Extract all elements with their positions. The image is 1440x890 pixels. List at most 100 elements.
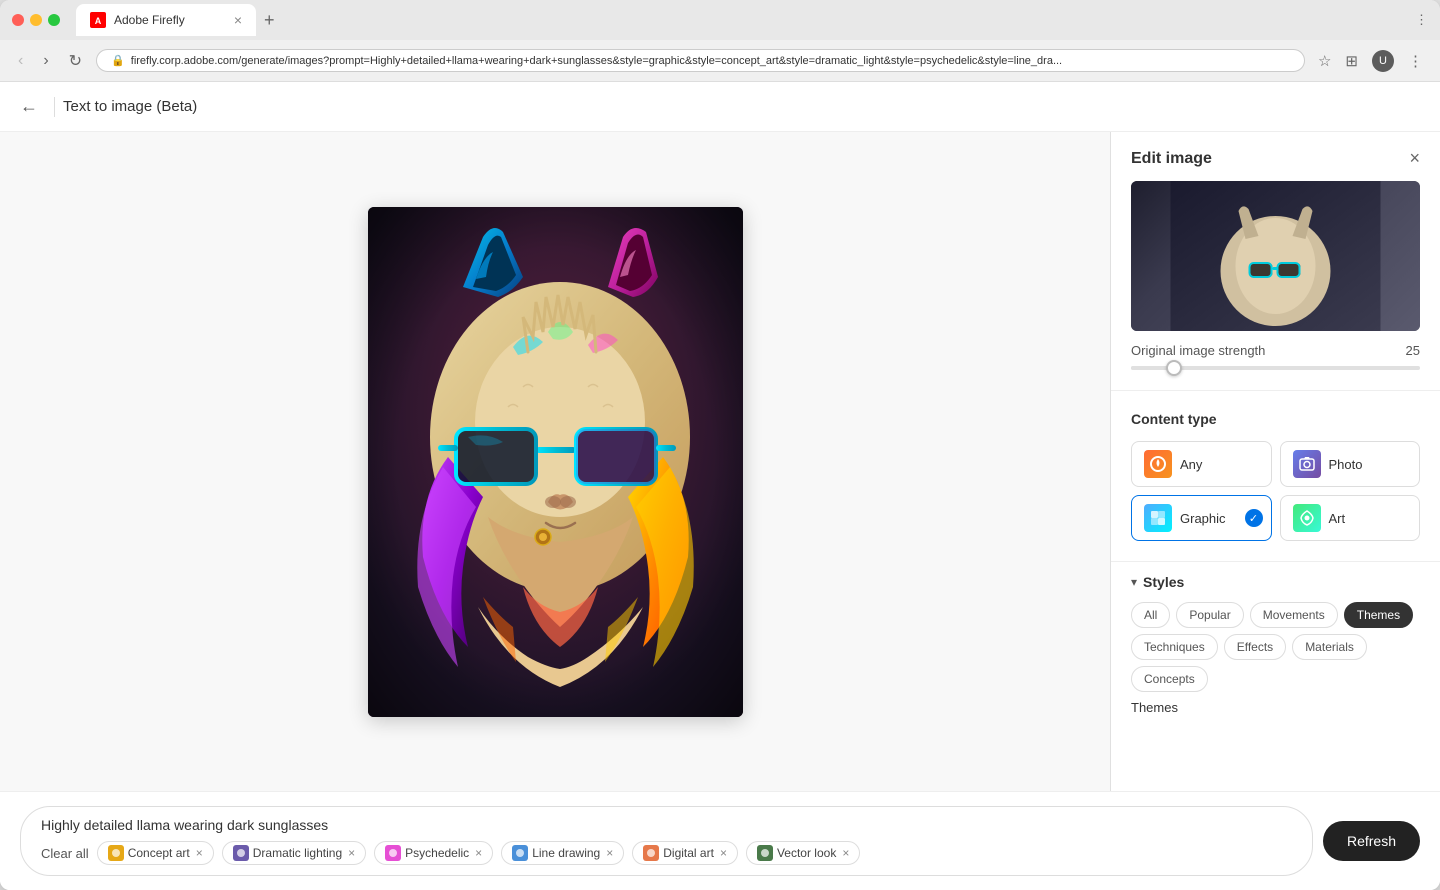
style-tab-movements[interactable]: Movements — [1250, 602, 1338, 628]
refresh-button[interactable]: Refresh — [1323, 821, 1420, 861]
style-tab-techniques[interactable]: Techniques — [1131, 634, 1218, 660]
slider-track[interactable] — [1131, 366, 1420, 370]
svg-text:A: A — [95, 16, 102, 26]
content-type-section: Content type Any Photo — [1111, 395, 1440, 557]
title-bar: A Adobe Firefly × + ⋮ — [0, 0, 1440, 40]
edit-panel: Edit image × — [1110, 132, 1440, 791]
content-type-title: Content type — [1131, 411, 1420, 427]
bottom-bar: Highly detailed llama wearing dark sungl… — [0, 791, 1440, 890]
line-drawing-tag-remove[interactable]: × — [606, 846, 613, 860]
dramatic-lighting-tag-icon — [233, 845, 249, 861]
line-drawing-tag-label: Line drawing — [532, 846, 600, 860]
psychedelic-tag-remove[interactable]: × — [475, 846, 482, 860]
style-tab-concepts[interactable]: Concepts — [1131, 666, 1208, 692]
extensions-button[interactable]: ⊞ — [1340, 48, 1363, 74]
original-image-thumbnail — [1131, 181, 1420, 331]
any-label: Any — [1180, 457, 1202, 472]
section-divider-2 — [1111, 561, 1440, 562]
style-tab-effects[interactable]: Effects — [1224, 634, 1286, 660]
slider-section: Original image strength 25 — [1111, 343, 1440, 386]
tag-digital-art: Digital art × — [632, 841, 738, 865]
style-tab-themes[interactable]: Themes — [1344, 602, 1413, 628]
photo-icon — [1293, 450, 1321, 478]
profile-avatar: U — [1372, 50, 1394, 72]
chevron-down-icon: ▾ — [1131, 575, 1137, 589]
menu-button[interactable]: ⋮ — [1403, 48, 1428, 74]
edit-panel-header: Edit image × — [1111, 132, 1440, 181]
section-divider-1 — [1111, 390, 1440, 391]
tag-vector-look: Vector look × — [746, 841, 860, 865]
photo-label: Photo — [1329, 457, 1363, 472]
llama-artwork — [368, 207, 743, 717]
prompt-area: Highly detailed llama wearing dark sungl… — [20, 806, 1313, 876]
nav-actions: ☆ ⊞ U ⋮ — [1313, 46, 1428, 76]
url-text: firefly.corp.adobe.com/generate/images?p… — [131, 55, 1062, 67]
clear-all-button[interactable]: Clear all — [41, 846, 89, 861]
thumbnail-image — [1131, 181, 1420, 331]
page-title: Text to image (Beta) — [63, 98, 197, 115]
generated-image — [368, 207, 743, 717]
art-label: Art — [1329, 511, 1346, 526]
lock-icon: 🔒 — [111, 54, 125, 67]
new-tab-button[interactable]: + — [256, 6, 283, 35]
digital-art-tag-icon — [643, 845, 659, 861]
content-type-art-button[interactable]: Art — [1280, 495, 1421, 541]
style-tab-all[interactable]: All — [1131, 602, 1170, 628]
tab-close-button[interactable]: × — [234, 12, 242, 28]
style-tab-popular[interactable]: Popular — [1176, 602, 1243, 628]
edit-panel-close-button[interactable]: × — [1409, 148, 1420, 169]
line-drawing-tag-icon — [512, 845, 528, 861]
back-nav-button[interactable]: ‹ — [12, 48, 29, 74]
style-tab-materials[interactable]: Materials — [1292, 634, 1367, 660]
active-tab[interactable]: A Adobe Firefly × — [76, 4, 256, 36]
address-bar[interactable]: 🔒 firefly.corp.adobe.com/generate/images… — [96, 49, 1305, 72]
style-tags: Clear all Concept art × Dramatic lightin… — [41, 841, 1292, 865]
edit-panel-title: Edit image — [1131, 150, 1212, 168]
slider-value: 25 — [1406, 343, 1420, 358]
maximize-window-button[interactable] — [48, 14, 60, 26]
art-icon — [1293, 504, 1321, 532]
styles-title: Styles — [1143, 574, 1184, 590]
styles-section: ▾ Styles All Popular Movements Themes Te… — [1111, 566, 1440, 731]
bookmark-button[interactable]: ☆ — [1313, 48, 1336, 74]
back-nav-icon: ‹ — [18, 52, 23, 69]
app-header: ← Text to image (Beta) — [0, 82, 1440, 132]
window-menu-icon: ⋮ — [1415, 12, 1428, 28]
vector-look-tag-label: Vector look — [777, 846, 836, 860]
minimize-window-button[interactable] — [30, 14, 42, 26]
psychedelic-tag-icon — [385, 845, 401, 861]
reload-icon: ↻ — [69, 53, 82, 70]
nav-bar: ‹ › ↻ 🔒 firefly.corp.adobe.com/generate/… — [0, 40, 1440, 82]
digital-art-tag-remove[interactable]: × — [720, 846, 727, 860]
header-divider — [54, 97, 55, 117]
vector-look-tag-remove[interactable]: × — [842, 846, 849, 860]
content-type-graphic-button[interactable]: Graphic ✓ — [1131, 495, 1272, 541]
psychedelic-tag-label: Psychedelic — [405, 846, 469, 860]
traffic-lights — [12, 14, 60, 26]
tab-favicon: A — [90, 12, 106, 28]
app-content: ← Text to image (Beta) — [0, 82, 1440, 890]
graphic-selected-checkmark: ✓ — [1245, 509, 1263, 527]
graphic-label: Graphic — [1180, 511, 1226, 526]
forward-nav-button[interactable]: › — [37, 48, 54, 74]
app-back-button[interactable]: ← — [20, 96, 38, 117]
reload-button[interactable]: ↻ — [63, 47, 88, 75]
content-type-photo-button[interactable]: Photo — [1280, 441, 1421, 487]
concept-art-tag-remove[interactable]: × — [196, 846, 203, 860]
dramatic-lighting-tag-remove[interactable]: × — [348, 846, 355, 860]
slider-thumb[interactable] — [1166, 360, 1182, 376]
forward-nav-icon: › — [43, 52, 48, 69]
content-type-grid: Any Photo Graphic — [1131, 441, 1420, 541]
any-icon — [1144, 450, 1172, 478]
tag-line-drawing: Line drawing × — [501, 841, 624, 865]
profile-button[interactable]: U — [1367, 46, 1399, 76]
vector-look-tag-icon — [757, 845, 773, 861]
styles-header[interactable]: ▾ Styles — [1131, 574, 1420, 590]
slider-label-row: Original image strength 25 — [1131, 343, 1420, 358]
concept-art-tag-icon — [108, 845, 124, 861]
content-type-any-button[interactable]: Any — [1131, 441, 1272, 487]
close-window-button[interactable] — [12, 14, 24, 26]
tag-concept-art: Concept art × — [97, 841, 214, 865]
tag-psychedelic: Psychedelic × — [374, 841, 493, 865]
graphic-icon — [1144, 504, 1172, 532]
